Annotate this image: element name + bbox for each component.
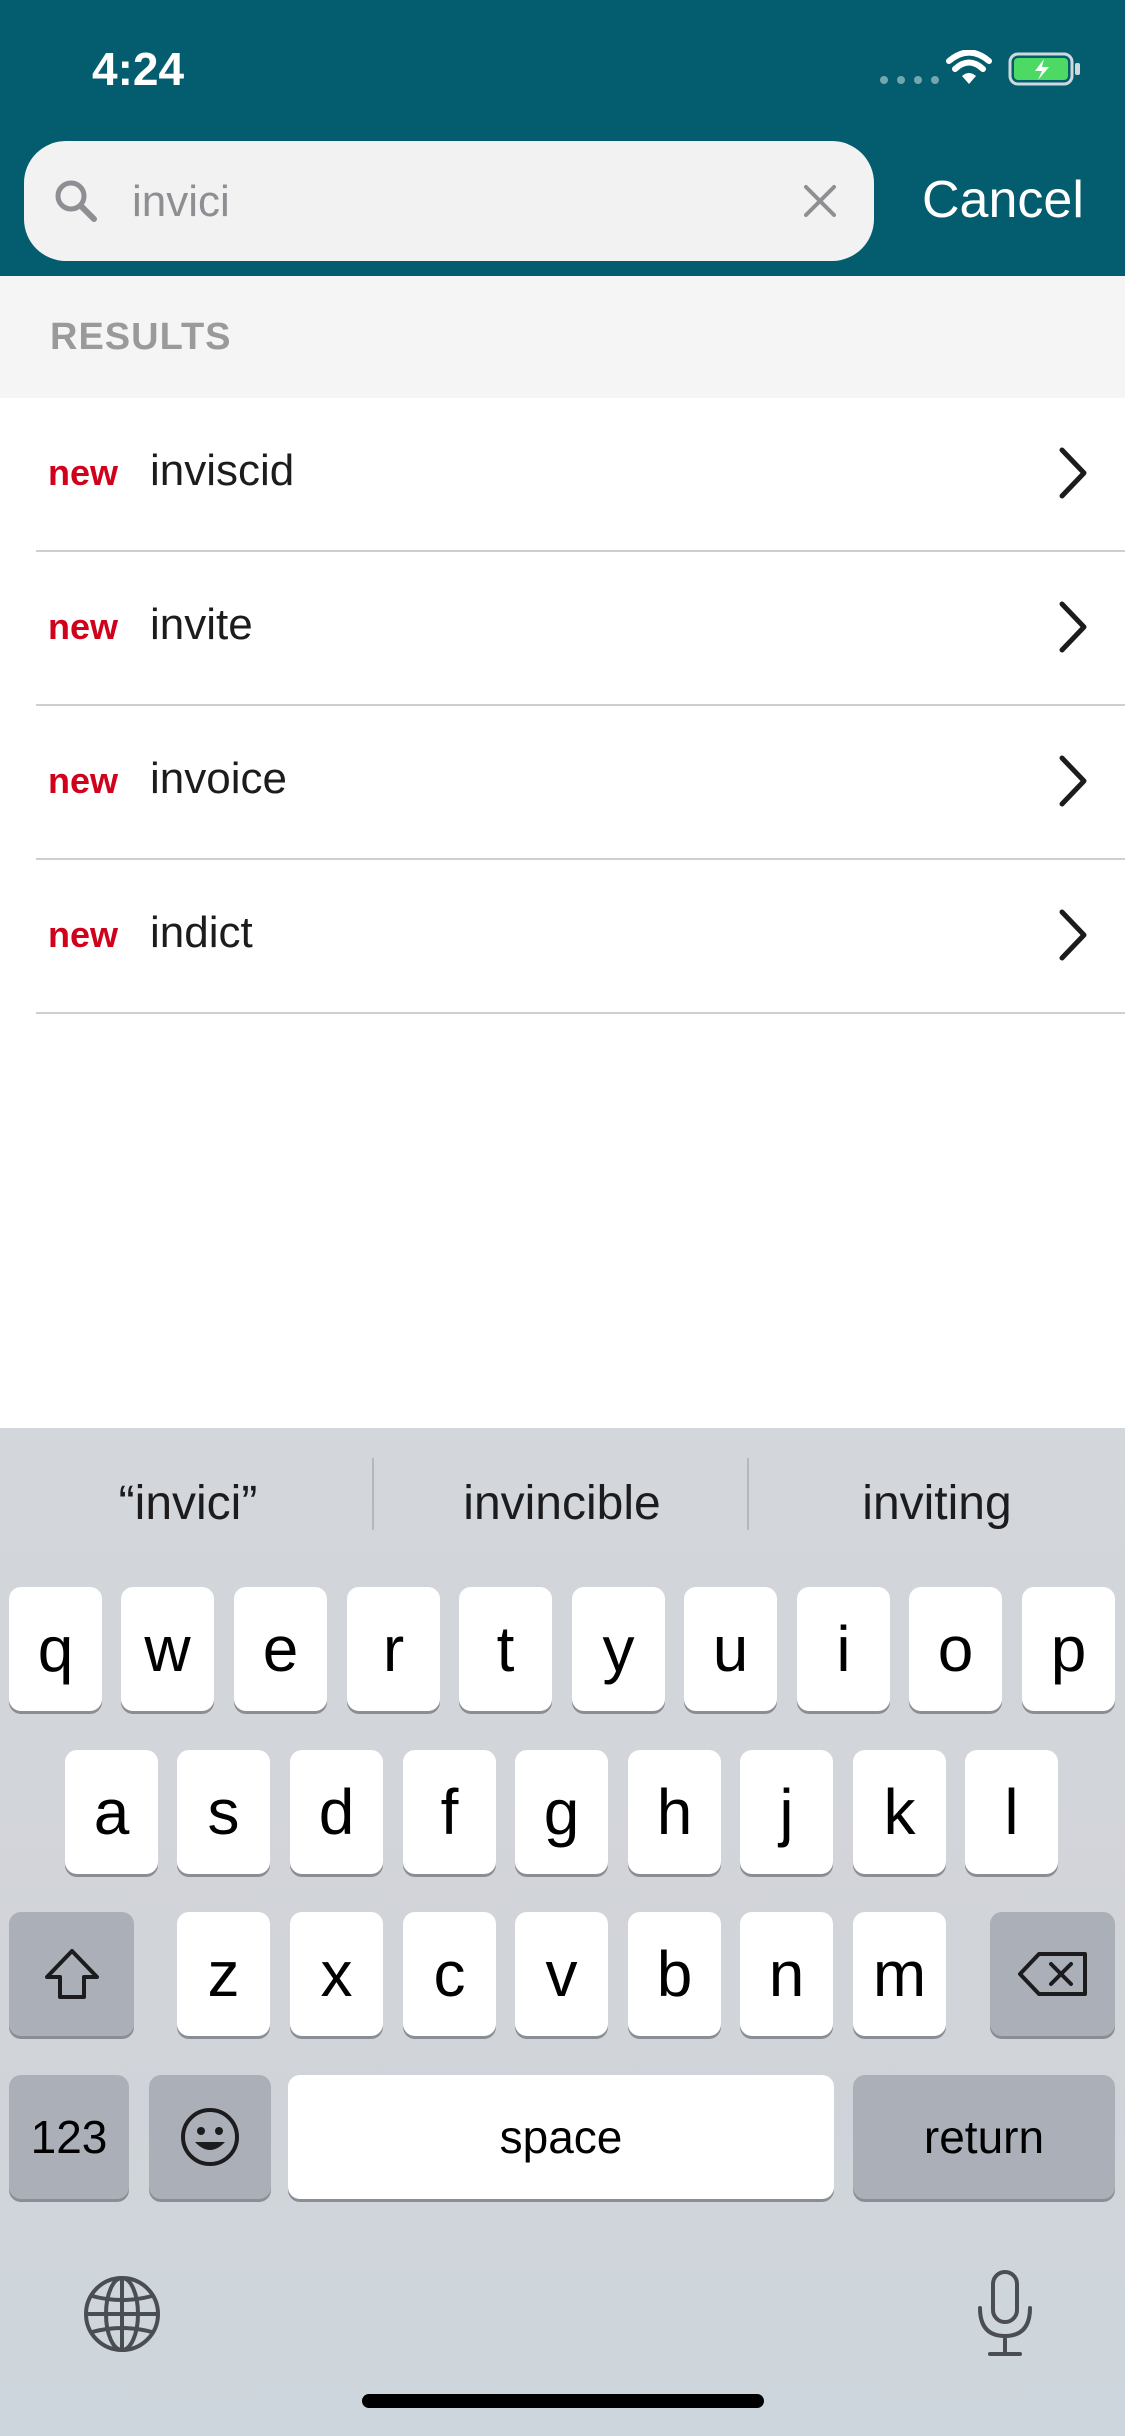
key-w[interactable]: w <box>121 1587 214 1711</box>
result-row[interactable]: new invoice <box>0 706 1125 860</box>
chevron-right-icon <box>1059 601 1087 653</box>
results-label: RESULTS <box>50 316 232 358</box>
search-input[interactable]: invici <box>132 177 230 227</box>
chevron-right-icon <box>1059 447 1087 499</box>
globe-icon[interactable] <box>82 2274 162 2354</box>
suggestion-1[interactable]: “invici” <box>8 1476 368 1531</box>
row-divider <box>36 1012 1125 1014</box>
key-h[interactable]: h <box>628 1750 721 1874</box>
new-badge: new <box>48 760 119 801</box>
shift-icon <box>44 1949 99 1999</box>
key-y[interactable]: y <box>572 1587 665 1711</box>
numbers-key[interactable]: 123 <box>9 2075 129 2199</box>
key-g[interactable]: g <box>515 1750 608 1874</box>
result-row[interactable]: new inviscid <box>0 398 1125 552</box>
key-v[interactable]: v <box>515 1912 608 2036</box>
key-b[interactable]: b <box>628 1912 721 2036</box>
result-word: indict <box>150 908 253 957</box>
microphone-icon[interactable] <box>970 2268 1040 2360</box>
key-l[interactable]: l <box>965 1750 1058 1874</box>
key-z[interactable]: z <box>177 1912 270 2036</box>
cancel-button[interactable]: Cancel <box>922 170 1084 230</box>
key-t[interactable]: t <box>459 1587 552 1711</box>
search-icon <box>55 180 97 222</box>
key-r[interactable]: r <box>347 1587 440 1711</box>
key-c[interactable]: c <box>403 1912 496 2036</box>
return-key[interactable]: return <box>853 2075 1115 2199</box>
key-n[interactable]: n <box>740 1912 833 2036</box>
backspace-key[interactable] <box>990 1912 1115 2036</box>
status-time: 4:24 <box>92 43 185 95</box>
keyboard: “invici” invincible inviting q w e r t y… <box>0 1428 1125 2436</box>
result-word: inviscid <box>150 446 295 495</box>
cellular-signal-icon <box>880 76 939 84</box>
key-a[interactable]: a <box>65 1750 158 1874</box>
suggestion-3[interactable]: inviting <box>757 1476 1117 1531</box>
result-row[interactable]: new indict <box>0 860 1125 1014</box>
home-indicator[interactable] <box>362 2394 764 2408</box>
key-e[interactable]: e <box>234 1587 327 1711</box>
key-j[interactable]: j <box>740 1750 833 1874</box>
suggestion-2[interactable]: invincible <box>382 1476 742 1531</box>
result-row[interactable]: new invite <box>0 552 1125 706</box>
space-key[interactable]: space <box>288 2075 834 2199</box>
key-x[interactable]: x <box>290 1912 383 2036</box>
shift-key[interactable] <box>9 1912 134 2036</box>
key-u[interactable]: u <box>684 1587 777 1711</box>
suggestion-separator <box>747 1458 749 1530</box>
search-field[interactable]: invici <box>24 141 874 261</box>
chevron-right-icon <box>1059 909 1087 961</box>
key-o[interactable]: o <box>909 1587 1002 1711</box>
suggestion-separator <box>372 1458 374 1530</box>
key-s[interactable]: s <box>177 1750 270 1874</box>
new-badge: new <box>48 606 119 647</box>
wifi-icon <box>946 50 992 84</box>
key-q[interactable]: q <box>9 1587 102 1711</box>
results-section-header: RESULTS <box>0 276 1125 398</box>
result-word: invite <box>150 600 253 649</box>
key-m[interactable]: m <box>853 1912 946 2036</box>
clear-icon[interactable] <box>798 179 842 223</box>
new-badge: new <box>48 914 119 955</box>
result-word: invoice <box>150 754 287 803</box>
emoji-key[interactable] <box>149 2075 271 2199</box>
chevron-right-icon <box>1059 755 1087 807</box>
emoji-icon <box>181 2108 239 2166</box>
key-i[interactable]: i <box>797 1587 890 1711</box>
backspace-icon <box>1017 1952 1087 1996</box>
app-header: 4:24 invici Cancel <box>0 0 1125 276</box>
new-badge: new <box>48 452 119 493</box>
battery-icon <box>1008 52 1080 86</box>
key-d[interactable]: d <box>290 1750 383 1874</box>
key-k[interactable]: k <box>853 1750 946 1874</box>
key-p[interactable]: p <box>1022 1587 1115 1711</box>
key-f[interactable]: f <box>403 1750 496 1874</box>
